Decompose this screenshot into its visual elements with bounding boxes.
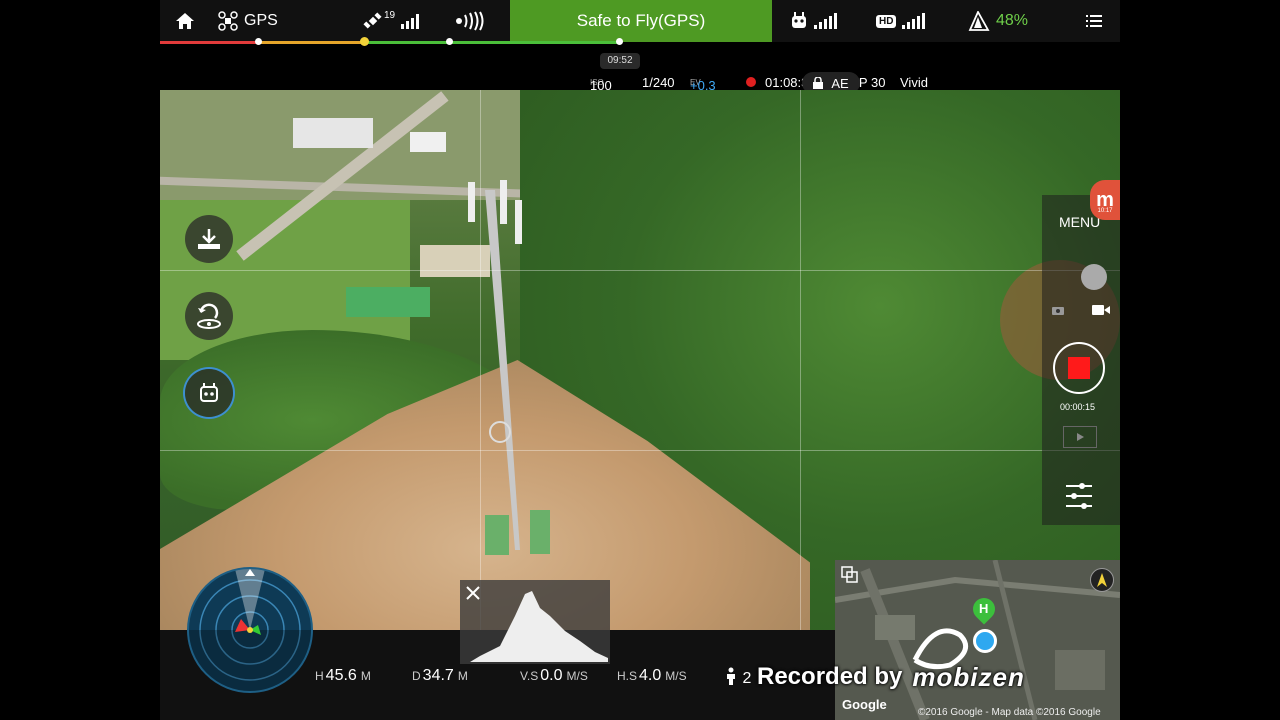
cell-tower [468,180,550,555]
battery-status[interactable]: 48% [968,0,1028,42]
hd-signal[interactable]: HD [876,0,926,42]
camera-parameters[interactable]: ISO100 1/240 EV+0.3 01:08:33 1080P 30 Vi… [160,72,1120,93]
vertical-speed-readout: V.S 0.0 M/S [520,667,588,684]
building [410,132,446,152]
camera-settings-button[interactable] [1064,480,1094,517]
play-icon [1077,433,1084,441]
battery-icon [968,11,990,31]
battery-level-track [160,37,623,46]
grid-line [800,90,801,630]
histogram-graph [470,591,608,662]
pilot-distance-readout: 2 [724,667,751,688]
map-lock-button[interactable] [1090,568,1114,592]
mobizen-badge-time: 10:17 [1097,208,1113,214]
grid-line [160,270,1120,271]
building [293,118,373,148]
grid-line [160,450,1120,451]
intelligent-flight-button[interactable] [185,369,233,417]
building [346,287,430,317]
flight-status-banner[interactable]: Safe to Fly(GPS) [510,0,772,42]
current-marker [616,38,623,45]
remote-controller-icon [792,12,806,28]
drone-icon [218,11,238,31]
camera-live-view[interactable] [160,90,1120,630]
playback-button[interactable] [1063,426,1097,448]
vision-sensor-icon [456,11,484,31]
stop-record-icon [1068,357,1090,379]
hd-signal-bars-icon [902,13,926,29]
video-mode-icon[interactable] [1092,302,1110,320]
height-readout: H 45.6 M [315,667,371,684]
aircraft-locate-icon [1097,573,1107,587]
home-icon [176,13,194,29]
recording-watermark: Recorded by mobizen [757,660,1025,694]
vision-status[interactable] [454,0,486,42]
battery-percent: 48% [996,12,1029,29]
takeoff-button[interactable] [185,215,233,263]
minimap[interactable]: H [835,560,1120,720]
low-marker [446,38,453,45]
shutter-readout: 1/240 [642,75,675,90]
takeoff-icon [198,229,220,249]
lock-icon [813,77,824,89]
list-menu-icon [1086,15,1102,27]
rc-signal-bars-icon [814,13,837,29]
mobizen-badge[interactable]: m 10:17 [1090,180,1120,220]
remote-controller-icon [200,383,218,402]
home-marker [360,37,369,46]
satellite-status[interactable]: 19 [362,0,420,42]
remaining-flight-time: 09:52 [600,53,640,69]
rc-signal[interactable] [790,0,837,42]
gps-mode[interactable]: GPS [218,0,278,42]
return-home-button[interactable] [185,292,233,340]
gps-label: GPS [244,12,278,29]
horizontal-speed-readout: H.S 4.0 M/S [617,667,687,684]
camera-menu-button[interactable]: MENU [1059,214,1100,230]
satellite-count: 19 [384,9,396,21]
ae-label: AE [831,75,849,91]
map-layers-icon[interactable] [841,566,859,584]
main-menu-button[interactable] [1086,0,1102,42]
color-profile: Vivid [900,75,928,90]
recording-dot-icon [746,75,756,90]
photo-mode-icon[interactable] [1052,302,1064,320]
distance-readout: D 34.7 M [412,667,468,684]
radar-compass-icon [189,569,311,691]
map-credit: ©2016 Google - Map data ©2016 Google [918,707,1101,718]
home-button[interactable] [175,0,195,42]
person-icon [727,667,735,685]
sliders-icon [1066,483,1092,509]
watermark-text: Recorded by [757,663,903,690]
hd-badge: HD [876,14,897,28]
aircraft-position-marker [973,629,997,653]
google-logo: Google [842,697,887,712]
attitude-radar[interactable] [187,567,313,693]
return-home-icon [197,303,221,329]
home-point-label: H [979,601,989,616]
watermark-brand-logo: mobizen [912,661,1025,692]
histogram-panel[interactable] [460,580,610,664]
shutter-thumb[interactable] [1081,264,1107,290]
record-duration: 00:00:15 [1060,402,1096,412]
satellite-icon [363,12,382,29]
grid-line [480,90,481,630]
record-button[interactable] [1053,342,1105,394]
signal-bars-icon [401,13,420,29]
critical-marker [255,38,262,45]
